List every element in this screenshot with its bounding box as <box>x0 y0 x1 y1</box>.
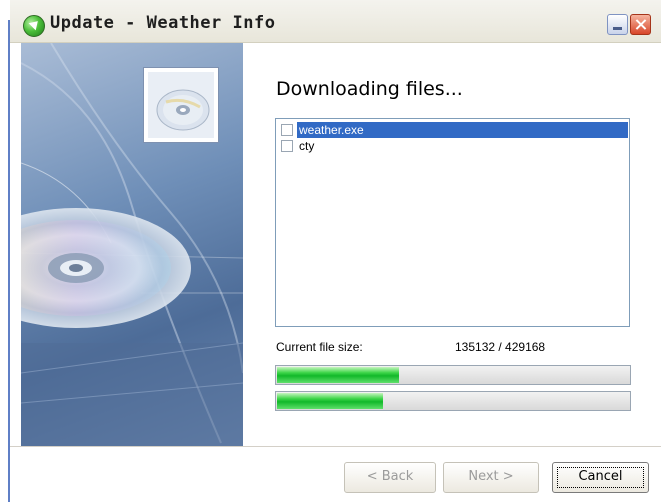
file-list[interactable]: weather.exe cty <box>275 118 630 327</box>
file-checkbox[interactable] <box>281 124 293 136</box>
cd-thumbnail <box>143 67 219 143</box>
total-progress-bar <box>275 391 631 411</box>
file-name: cty <box>299 139 315 153</box>
list-item[interactable]: cty <box>277 138 628 154</box>
window-title: Update - Weather Info <box>50 13 276 33</box>
wizard-content: Downloading files... weather.exe cty Cur… <box>10 43 661 446</box>
next-button[interactable]: Next > <box>443 462 539 493</box>
focus-rectangle <box>557 467 644 488</box>
update-app-icon <box>23 15 45 37</box>
wizard-banner-image <box>21 43 243 446</box>
file-checkbox[interactable] <box>281 140 293 152</box>
page-heading: Downloading files... <box>276 78 463 100</box>
current-file-size-label: Current file size: <box>276 340 363 354</box>
file-name: weather.exe <box>299 123 364 137</box>
cancel-button[interactable]: Cancel <box>552 462 649 493</box>
back-button[interactable]: < Back <box>344 462 436 493</box>
current-file-size-value: 135132 / 429168 <box>455 340 546 354</box>
file-progress-bar <box>275 365 631 385</box>
title-bar[interactable]: Update - Weather Info <box>10 0 661 43</box>
total-progress-fill <box>277 393 383 409</box>
minimize-button[interactable] <box>607 14 628 35</box>
list-item[interactable]: weather.exe <box>277 122 628 138</box>
window-edge <box>0 0 10 502</box>
file-progress-fill <box>277 367 399 383</box>
close-button[interactable] <box>630 14 651 35</box>
installer-window: Update - Weather Info Downloading files.… <box>0 0 661 503</box>
wizard-footer: < Back Next > Cancel <box>10 446 661 503</box>
